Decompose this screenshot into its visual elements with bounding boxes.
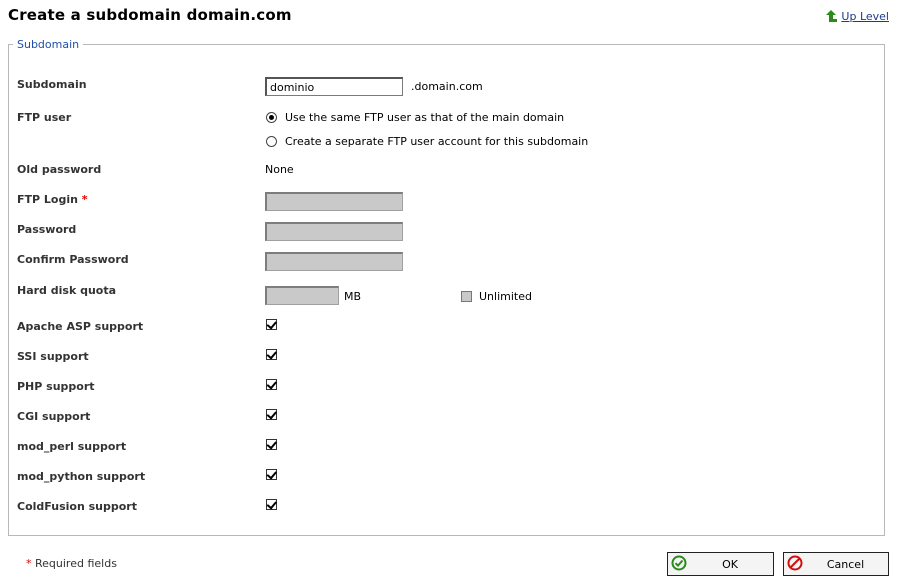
subdomain-suffix: .domain.com <box>411 80 483 93</box>
feature-label-cgi: CGI support <box>17 410 91 423</box>
php-support-checkbox[interactable] <box>266 379 277 390</box>
ftp-user-same-radio[interactable]: Use the same FTP user as that of the mai… <box>266 111 564 124</box>
page-title: Create a subdomain domain.com <box>8 6 292 24</box>
required-fields-note: * Required fields <box>26 557 117 570</box>
quota-unit: MB <box>344 290 362 303</box>
asp-support-checkbox[interactable] <box>266 319 277 330</box>
subdomain-input[interactable] <box>265 77 403 96</box>
quota-label: Hard disk quota <box>17 284 117 297</box>
unlimited-checkbox[interactable]: Unlimited <box>461 290 532 303</box>
ftp-user-label: FTP user <box>17 111 72 124</box>
subdomain-label: Subdomain <box>17 78 87 91</box>
ssi-support-checkbox[interactable] <box>266 349 277 360</box>
unlimited-label: Unlimited <box>479 290 532 303</box>
mod-perl-support-checkbox[interactable] <box>266 439 277 450</box>
cancel-label: Cancel <box>826 557 865 571</box>
ok-button[interactable]: OK <box>667 552 774 576</box>
feature-label-mod-python: mod_python support <box>17 470 146 483</box>
unlimited-checkbox-box <box>461 291 472 302</box>
radio-unselected-icon <box>266 136 277 147</box>
cgi-support-checkbox[interactable] <box>266 409 277 420</box>
old-password-label: Old password <box>17 163 102 176</box>
ftp-login-input[interactable] <box>265 192 403 211</box>
fieldset-legend: Subdomain <box>17 38 80 51</box>
mod-python-support-checkbox[interactable] <box>266 469 277 480</box>
password-input[interactable] <box>265 222 403 241</box>
required-fields-text: Required fields <box>35 557 117 570</box>
cancel-button[interactable]: Cancel <box>783 552 889 576</box>
ftp-login-label-text: FTP Login <box>17 193 78 206</box>
feature-label-ssi: SSI support <box>17 350 89 363</box>
old-password-value: None <box>265 163 294 176</box>
confirm-password-label: Confirm Password <box>17 253 129 266</box>
no-entry-icon <box>787 555 803 574</box>
required-asterisk: * <box>26 557 32 570</box>
up-level-link[interactable]: Up Level <box>824 9 889 23</box>
ok-label: OK <box>722 557 738 571</box>
radio-selected-icon <box>266 112 277 123</box>
required-asterisk: * <box>81 193 88 206</box>
quota-input[interactable] <box>265 286 339 305</box>
up-level-label: Up Level <box>841 9 889 23</box>
password-label: Password <box>17 223 77 236</box>
coldfusion-support-checkbox[interactable] <box>266 499 277 510</box>
feature-label-coldfusion: ColdFusion support <box>17 500 137 513</box>
check-circle-icon <box>671 555 687 574</box>
ftp-user-same-label: Use the same FTP user as that of the mai… <box>285 111 565 124</box>
ftp-user-separate-radio[interactable]: Create a separate FTP user account for t… <box>266 135 588 148</box>
feature-label-mod-perl: mod_perl support <box>17 440 127 453</box>
feature-label-asp: Apache ASP support <box>17 320 144 333</box>
up-arrow-icon <box>824 9 838 23</box>
ftp-login-label: FTP Login * <box>17 193 88 206</box>
confirm-password-input[interactable] <box>265 252 403 271</box>
ftp-user-separate-label: Create a separate FTP user account for t… <box>285 135 589 148</box>
feature-label-php: PHP support <box>17 380 95 393</box>
